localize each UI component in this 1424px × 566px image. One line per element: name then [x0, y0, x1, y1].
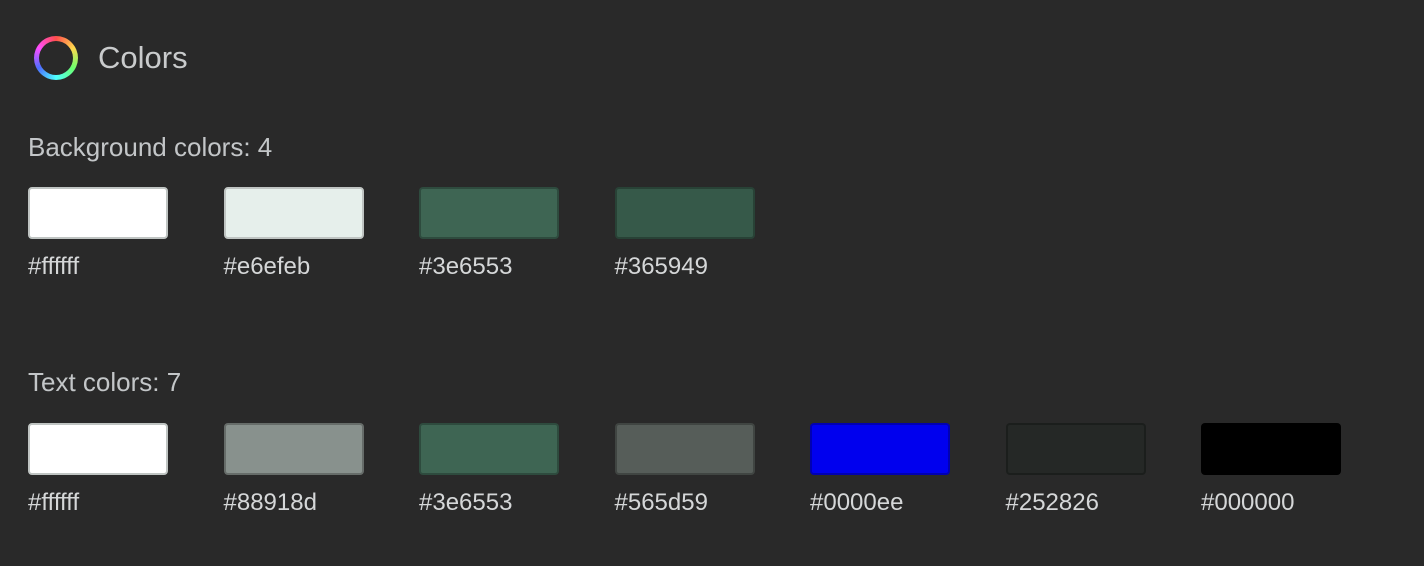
- background-color-swatch[interactable]: [614, 187, 755, 239]
- background-color-code: #ffffff: [28, 253, 80, 280]
- background-swatch-item[interactable]: #3e6553: [419, 187, 569, 281]
- background-color-code: #3e6553: [419, 253, 513, 280]
- text-color-code: #000000: [1201, 489, 1295, 516]
- text-swatch-item[interactable]: #000000: [1201, 423, 1351, 517]
- background-colors-label: Background colors: 4: [28, 132, 273, 162]
- text-swatch-item[interactable]: #88918d: [223, 423, 374, 517]
- text-color-swatch[interactable]: [1201, 423, 1341, 475]
- background-swatch-item[interactable]: #365949: [614, 187, 765, 281]
- colors-panel: Colors Background colors: 4 #ffffff #e6ef…: [0, 0, 1424, 566]
- text-colors-label: Text colors: 7: [28, 367, 182, 397]
- text-swatch-item[interactable]: #565d59: [614, 423, 765, 517]
- background-color-code: #365949: [614, 253, 708, 280]
- panel-title: Colors: [98, 40, 188, 75]
- text-color-code: #0000ee: [810, 489, 904, 516]
- text-color-swatch[interactable]: [614, 423, 755, 475]
- text-color-swatch[interactable]: [28, 423, 168, 475]
- background-color-swatch[interactable]: [419, 187, 559, 239]
- text-color-code: #3e6553: [419, 489, 513, 516]
- text-color-swatch[interactable]: [419, 423, 559, 475]
- background-swatch-item[interactable]: #e6efeb: [223, 187, 374, 281]
- text-swatch-item[interactable]: #0000ee: [810, 423, 960, 517]
- background-color-code: #e6efeb: [223, 253, 311, 280]
- background-color-swatch[interactable]: [28, 187, 168, 239]
- text-color-code: #565d59: [614, 489, 708, 516]
- background-swatch-item[interactable]: #ffffff: [28, 187, 178, 281]
- text-color-code: #88918d: [223, 489, 317, 516]
- text-color-swatch[interactable]: [810, 423, 950, 475]
- text-color-swatch[interactable]: [1005, 423, 1146, 475]
- text-color-swatch[interactable]: [223, 423, 364, 475]
- colors-header: Colors: [34, 36, 188, 80]
- color-wheel-icon: [34, 36, 78, 80]
- text-swatch-item[interactable]: #252826: [1005, 423, 1156, 517]
- background-color-swatch[interactable]: [223, 187, 364, 239]
- text-color-code: #252826: [1005, 489, 1099, 516]
- text-swatch-item[interactable]: #ffffff: [28, 423, 178, 517]
- text-swatch-item[interactable]: #3e6553: [419, 423, 569, 517]
- text-color-code: #ffffff: [28, 489, 80, 516]
